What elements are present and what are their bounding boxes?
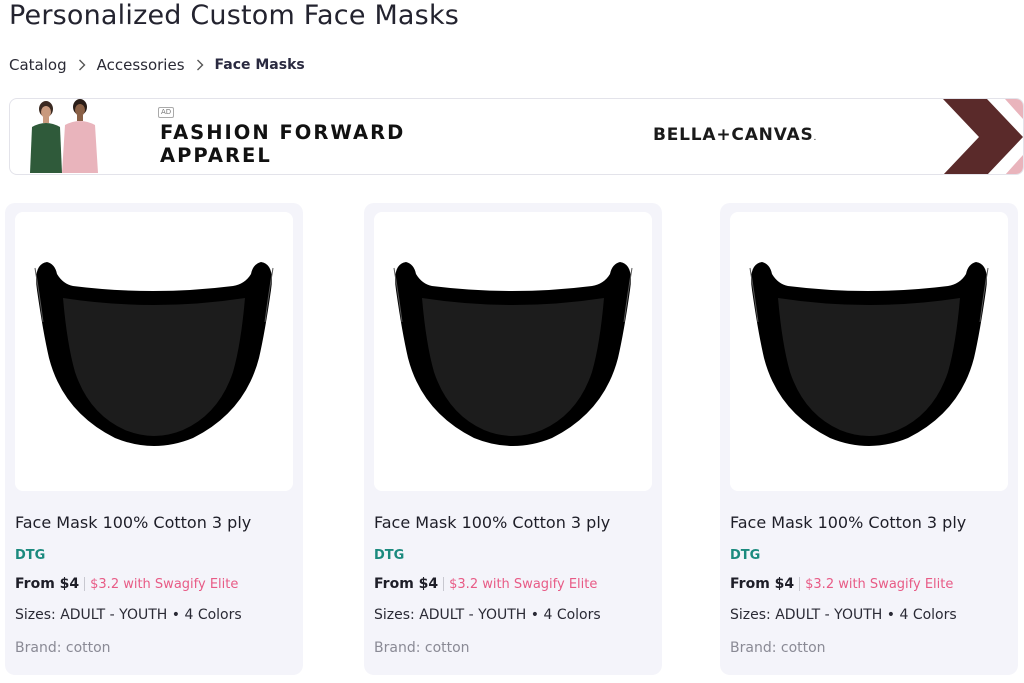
product-image[interactable] [730, 212, 1008, 491]
product-name[interactable]: Face Mask 100% Cotton 3 ply [374, 513, 610, 532]
ad-brand-logo: BELLA+CANVAS. [653, 125, 818, 145]
product-card[interactable]: Face Mask 100% Cotton 3 ply DTG From $4 … [364, 203, 662, 675]
product-image[interactable] [15, 212, 293, 491]
product-image[interactable] [374, 212, 652, 491]
product-sizes: Sizes: ADULT - YOUTH • 4 Colors [730, 607, 957, 623]
product-sizes: Sizes: ADULT - YOUTH • 4 Colors [15, 607, 242, 623]
price-row: From $4 $3.2 with Swagify Elite [374, 576, 597, 592]
product-price: From $4 [374, 576, 439, 592]
models-image [30, 99, 98, 173]
breadcrumb-catalog[interactable]: Catalog [9, 56, 67, 74]
black-face-mask-icon [393, 262, 633, 446]
price-divider [799, 577, 801, 591]
price-divider [84, 577, 86, 591]
product-brand: Brand: cotton [374, 640, 470, 656]
black-face-mask-icon [749, 262, 989, 446]
price-row: From $4 $3.2 with Swagify Elite [730, 576, 953, 592]
product-brand: Brand: cotton [15, 640, 111, 656]
chevron-right-icon [196, 59, 204, 71]
ad-tag: AD [158, 107, 175, 118]
breadcrumb-accessories[interactable]: Accessories [97, 56, 185, 74]
chevron-graphic-icon [943, 99, 1023, 174]
product-grid: Face Mask 100% Cotton 3 ply DTG From $4 … [0, 203, 1024, 683]
ad-banner[interactable]: AD FASHION FORWARD APPAREL BELLA+CANVAS. [9, 98, 1024, 175]
print-method-label: DTG [15, 548, 46, 563]
price-divider [443, 577, 445, 591]
product-brand: Brand: cotton [730, 640, 826, 656]
product-card[interactable]: Face Mask 100% Cotton 3 ply DTG From $4 … [5, 203, 303, 675]
elite-price: $3.2 with Swagify Elite [805, 576, 954, 592]
product-price: From $4 [730, 576, 795, 592]
chevron-right-icon [78, 59, 86, 71]
elite-price: $3.2 with Swagify Elite [449, 576, 598, 592]
print-method-label: DTG [730, 548, 761, 563]
price-row: From $4 $3.2 with Swagify Elite [15, 576, 238, 592]
elite-price: $3.2 with Swagify Elite [90, 576, 239, 592]
breadcrumb-current: Face Masks [214, 57, 305, 73]
breadcrumb: Catalog Accessories Face Masks [9, 55, 305, 75]
page-title: Personalized Custom Face Masks [9, 0, 460, 31]
product-name[interactable]: Face Mask 100% Cotton 3 ply [15, 513, 251, 532]
print-method-label: DTG [374, 548, 405, 563]
product-name[interactable]: Face Mask 100% Cotton 3 ply [730, 513, 966, 532]
black-face-mask-icon [34, 262, 274, 446]
product-price: From $4 [15, 576, 80, 592]
product-card[interactable]: Face Mask 100% Cotton 3 ply DTG From $4 … [720, 203, 1018, 675]
product-sizes: Sizes: ADULT - YOUTH • 4 Colors [374, 607, 601, 623]
ad-headline: FASHION FORWARD APPAREL [160, 121, 406, 167]
